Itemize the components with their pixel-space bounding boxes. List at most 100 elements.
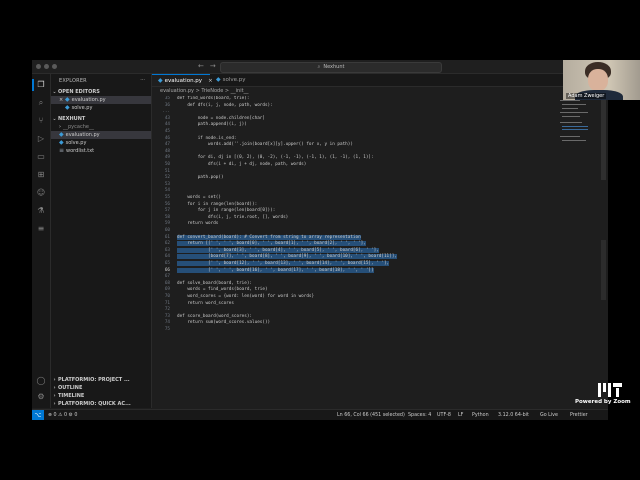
account-icon[interactable]: ◯ [36,376,46,386]
code-line[interactable]: 47 words.add(''.join(board[x][y].upper()… [152,142,592,148]
code-line[interactable]: 65 [' ', board[12], ' ', board[13], ' ',… [152,261,592,267]
code-line[interactable]: 71 return word_scores [152,301,592,307]
tree-item-solve[interactable]: ◆ solve.py [51,139,151,147]
code-line[interactable]: 63 [' ', board[3], ' ', board[4], ' ', b… [152,247,592,254]
go-live-button[interactable]: Go Live [540,410,558,420]
problems-status[interactable]: ⊗ 0 ⚠ 0 ⚙ 0 [48,410,77,420]
forward-arrow-icon[interactable]: → [210,62,216,70]
open-editors-section[interactable]: ⌄OPEN EDITORS [51,88,151,96]
code-line[interactable]: 67 [152,274,592,280]
code-line[interactable]: 55 words = set() [152,195,592,201]
eol-status[interactable]: LF [458,410,463,420]
code-text: path.append((i, j)) [177,122,247,128]
participant-video: Adam Zweiger [563,60,640,100]
code-line[interactable]: 51 [152,169,592,175]
tab-evaluation[interactable]: ◆ evaluation.py × [152,74,213,86]
cursor-position[interactable]: Ln 66, Col 66 (451 selected) [337,410,405,420]
close-window-dot[interactable] [36,64,41,69]
participant-name: Adam Zweiger [566,93,607,99]
open-editor-evaluation[interactable]: × ◆ evaluation.py [51,96,151,104]
line-number: 54 [164,188,170,194]
scrollbar-thumb[interactable] [601,240,606,300]
maximize-window-dot[interactable] [52,64,57,69]
minimize-window-dot[interactable] [44,64,49,69]
tree-item-pycache[interactable]: › __pycache__ [51,123,151,131]
command-center-search[interactable]: ⌕ Nexhunt [220,62,442,73]
chevron-right-icon: › [53,393,56,399]
powered-by-zoom: Powered by Zoom [575,399,631,405]
code-line[interactable]: 58 dfs(i, j, trie.root, [], words) [152,215,592,221]
code-line[interactable]: 44 path.append((i, j)) [152,122,592,128]
code-line[interactable]: 75 [152,327,592,333]
code-line[interactable]: 70 word_scores = {word: len(word) for wo… [152,294,592,300]
code-line[interactable]: 64 [board[7], ' ', board[8], ' ', board[… [152,254,592,260]
code-line[interactable]: 66 [' ', ' ', board[16], ' ', board[17],… [152,267,592,274]
line-number: 74 [164,320,170,326]
breadcrumb[interactable]: evaluation.py > TrieNode > __init__ [152,87,608,95]
prettier-status[interactable]: Prettier [570,410,588,420]
tab-solve[interactable]: ◆ solve.py [210,74,266,86]
code-line[interactable]: 62 return [[' ', ' ', board[0], ' ', boa… [152,241,592,247]
code-editor[interactable]: 35 def find_words(board, trie): 36 def dfs… [152,96,592,400]
code-line[interactable]: 73 def score_board(word_scores): [152,314,592,320]
code-line[interactable]: 68 def solve_board(board, trie): [152,281,592,287]
python-interpreter[interactable]: 3.12.0 64-bit [498,410,529,420]
extensions-icon[interactable]: ⊞ [36,170,46,180]
code-text: path.pop() [177,175,224,181]
code-line[interactable]: 36 def dfs(i, j, node, path, words): [152,103,592,109]
timeline-section[interactable]: › TIMELINE [51,392,151,400]
chevron-right-icon: › [53,377,56,383]
code-line[interactable]: 53 [152,182,592,188]
code-line[interactable]: 61 def convert_board(board): # Convert fr… [152,234,592,241]
code-line[interactable]: 56 for i in range(len(board)): [152,202,592,208]
code-line[interactable]: 49 for di, dj in [(0, 2), (0, -2), (-1, … [152,155,592,161]
platformio-project-section[interactable]: › PLATFORMIO: PROJECT ... [51,376,151,384]
vertical-scrollbar[interactable] [601,100,606,180]
code-text: node = node.children[char] [177,115,265,121]
run-debug-icon[interactable]: ▷ [36,134,46,144]
code-line[interactable]: 60 [152,228,592,234]
remote-explorer-icon[interactable]: ▭ [36,152,46,162]
more-actions-icon[interactable]: ··· [140,77,145,83]
explorer-title: EXPLORER [59,78,87,84]
open-editor-solve[interactable]: ◆ solve.py [51,104,151,112]
testing-icon[interactable]: ⚗ [36,206,46,216]
mit-logo [598,383,624,397]
docker-icon[interactable]: ≡ [36,224,46,234]
encoding-status[interactable]: UTF-8 [437,410,451,420]
source-control-icon[interactable]: ⑂ [36,116,46,126]
code-text: def convert_board(board): # Convert from… [177,234,361,240]
code-line[interactable]: 57 for j in range(len(board[0])): [152,208,592,214]
platformio-quick-access-section[interactable]: › PLATFORMIO: QUICK AC... [51,400,151,408]
code-text: def solve_board(board, trie): [177,280,253,286]
search-text: Nexhunt [323,64,345,70]
back-arrow-icon[interactable]: ← [198,62,204,70]
code-line[interactable]: 59 return words [152,221,592,227]
remote-indicator-icon[interactable]: ⌥ [32,410,44,420]
indentation-status[interactable]: Spaces: 4 [408,410,431,420]
python-file-icon: ◆ [59,139,64,146]
minimap[interactable] [556,96,592,156]
tree-item-evaluation[interactable]: ◆ evaluation.py [51,131,151,139]
code-line[interactable]: 52 path.pop() [152,175,592,181]
code-line[interactable]: 48 [152,149,592,155]
nexhunt-folder-section[interactable]: ⌄NEXHUNT [51,115,151,123]
explorer-icon[interactable]: ❐ [32,79,46,91]
code-line[interactable]: 35 def find_words(board, trie): [152,96,592,102]
window-controls[interactable] [36,64,57,69]
code-line[interactable]: 46 if node.is_end: [152,136,592,142]
code-line[interactable]: 50 dfs(i + di, j + dj, node, path, words… [152,162,592,168]
code-line[interactable]: 69 words = find_words(board, trie) [152,287,592,293]
code-line[interactable]: 54 [152,188,592,194]
code-line[interactable]: 45 [152,129,592,135]
language-mode[interactable]: Python [472,410,489,420]
code-line[interactable]: 43 node = node.children[char] [152,116,592,122]
code-line[interactable]: 72 [152,307,592,313]
search-icon[interactable]: ⌕ [36,98,46,108]
code-line[interactable]: ... [152,109,592,115]
tree-item-wordlist[interactable]: ≡ wordlist.txt [51,147,151,155]
outline-section[interactable]: › OUTLINE [51,384,151,392]
platformio-icon[interactable]: ☺ [36,188,46,198]
code-line[interactable]: 74 return sum(word_scores.values()) [152,320,592,326]
settings-gear-icon[interactable]: ⚙ [36,392,46,402]
